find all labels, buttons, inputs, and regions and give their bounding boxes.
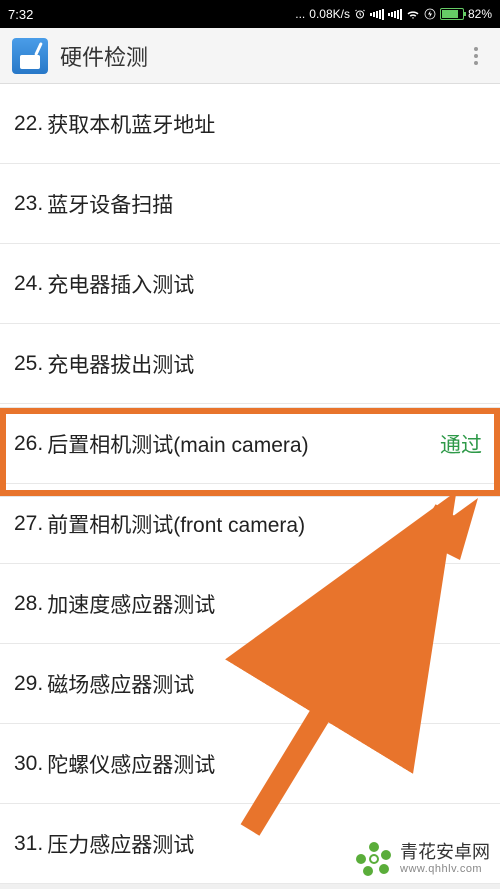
list-item-highlighted[interactable]: 26. 后置相机测试(main camera) 通过 <box>0 404 500 484</box>
item-number: 30. <box>14 752 43 776</box>
item-number: 24. <box>14 272 43 296</box>
battery-icon <box>440 8 464 20</box>
item-label: 充电器插入测试 <box>47 269 482 299</box>
item-number: 27. <box>14 512 43 536</box>
signal-icon-1 <box>370 9 384 20</box>
battery-fill <box>442 10 458 18</box>
item-label: 充电器拔出测试 <box>47 349 482 379</box>
item-label: 陀螺仪感应器测试 <box>47 749 482 779</box>
item-number: 29. <box>14 672 43 696</box>
list-item[interactable]: 27. 前置相机测试(front camera) <box>0 484 500 564</box>
app-title: 硬件检测 <box>60 40 464 72</box>
overflow-menu-button[interactable] <box>464 47 488 65</box>
test-list: 22. 获取本机蓝牙地址 23. 蓝牙设备扫描 24. 充电器插入测试 25. … <box>0 84 500 884</box>
status-time: 7:32 <box>8 7 33 22</box>
alarm-icon <box>354 8 366 20</box>
watermark-title: 青花安卓网 <box>400 843 490 863</box>
item-label: 磁场感应器测试 <box>47 669 482 699</box>
list-item[interactable]: 30. 陀螺仪感应器测试 <box>0 724 500 804</box>
item-label: 获取本机蓝牙地址 <box>47 109 482 139</box>
status-dots: ... <box>295 7 305 21</box>
item-label: 蓝牙设备扫描 <box>47 189 482 219</box>
item-number: 22. <box>14 112 43 136</box>
status-battery-pct: 82% <box>468 7 492 21</box>
watermark: 青花安卓网 www.qhhlv.com <box>354 839 490 879</box>
list-item[interactable]: 28. 加速度感应器测试 <box>0 564 500 644</box>
status-net-speed: 0.08K/s <box>309 7 350 21</box>
signal-icon-2 <box>388 9 402 20</box>
app-icon <box>12 38 48 74</box>
watermark-logo-icon <box>354 839 394 879</box>
item-label: 前置相机测试(front camera) <box>47 509 482 539</box>
list-item[interactable]: 23. 蓝牙设备扫描 <box>0 164 500 244</box>
watermark-url: www.qhhlv.com <box>400 863 490 875</box>
list-item[interactable]: 29. 磁场感应器测试 <box>0 644 500 724</box>
item-label: 后置相机测试(main camera) <box>47 429 440 459</box>
item-status: 通过 <box>440 429 482 459</box>
item-number: 25. <box>14 352 43 376</box>
item-label: 加速度感应器测试 <box>47 589 482 619</box>
wifi-icon <box>406 9 420 20</box>
item-number: 23. <box>14 192 43 216</box>
item-number: 26. <box>14 432 43 456</box>
item-number: 28. <box>14 592 43 616</box>
app-bar: 硬件检测 <box>0 28 500 84</box>
bolt-icon <box>424 8 436 20</box>
list-item[interactable]: 24. 充电器插入测试 <box>0 244 500 324</box>
status-indicators: ... 0.08K/s 82% <box>33 7 492 21</box>
status-bar: 7:32 ... 0.08K/s 82% <box>0 0 500 28</box>
item-number: 31. <box>14 832 43 856</box>
list-item[interactable]: 25. 充电器拔出测试 <box>0 324 500 404</box>
list-item[interactable]: 22. 获取本机蓝牙地址 <box>0 84 500 164</box>
